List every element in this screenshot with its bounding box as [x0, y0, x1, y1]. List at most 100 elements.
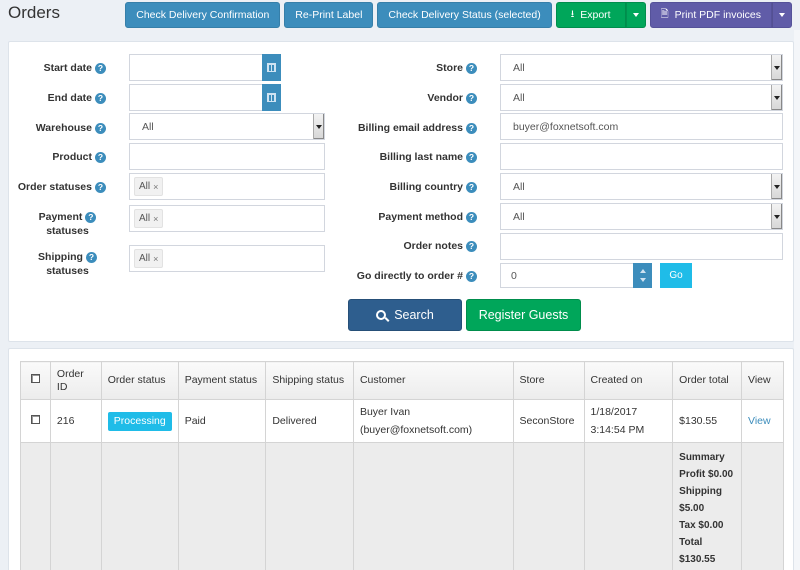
- warehouse-select[interactable]: All: [129, 113, 325, 140]
- store-select[interactable]: All: [500, 54, 783, 81]
- column-header-created-on[interactable]: Created on: [583, 361, 674, 400]
- vendor-label: Vendor?: [349, 91, 477, 105]
- view-order-link[interactable]: View: [748, 415, 771, 427]
- shipping-statuses-label: Shipping? statuses: [9, 250, 106, 278]
- summary-empty-cell: [100, 442, 179, 570]
- search-label: Search: [394, 308, 434, 322]
- summary-tax: Tax $0.00: [679, 520, 724, 531]
- page-scrollbar[interactable]: [794, 30, 800, 570]
- remove-tag-icon[interactable]: ×: [153, 182, 158, 192]
- help-icon[interactable]: ?: [466, 211, 477, 223]
- help-icon[interactable]: ?: [95, 122, 106, 134]
- billing-email-label: Billing email address?: [309, 121, 477, 135]
- print-pdf-invoices-button[interactable]: 🗎 Print PDF invoices: [649, 2, 772, 28]
- column-header-order-total[interactable]: Order total: [672, 361, 743, 400]
- warehouse-value: All: [142, 120, 154, 133]
- remove-tag-icon[interactable]: ×: [153, 254, 158, 264]
- export-dropdown-toggle[interactable]: [625, 2, 646, 28]
- summary-empty-cell: [265, 442, 354, 570]
- help-icon[interactable]: ?: [466, 270, 477, 282]
- billing-country-select[interactable]: All: [500, 173, 783, 200]
- view-cell: View: [741, 399, 784, 443]
- payment-method-value: All: [513, 210, 525, 223]
- help-icon[interactable]: ?: [466, 151, 477, 163]
- store-value: All: [513, 61, 525, 74]
- help-icon[interactable]: ?: [95, 92, 106, 104]
- help-icon[interactable]: ?: [95, 62, 106, 74]
- order-status-badge: Processing: [107, 411, 172, 431]
- help-icon[interactable]: ?: [466, 240, 477, 252]
- calendar-icon: [267, 63, 276, 72]
- search-button[interactable]: Search: [348, 299, 462, 331]
- go-to-order-label: Go directly to order #?: [309, 269, 477, 283]
- column-header-customer[interactable]: Customer: [352, 361, 514, 400]
- order-id-cell: 216: [49, 399, 102, 443]
- check-delivery-status-button[interactable]: Check Delivery Status (selected): [377, 2, 552, 28]
- help-icon[interactable]: ?: [466, 122, 477, 134]
- chevron-up-icon[interactable]: [639, 268, 646, 273]
- register-guests-button[interactable]: Register Guests: [466, 299, 581, 331]
- table-header-row: Order ID Order status Payment status Shi…: [20, 361, 784, 400]
- billing-email-input[interactable]: buyer@foxnetsoft.com: [500, 113, 783, 140]
- end-date-calendar-button[interactable]: [262, 84, 281, 111]
- payment-method-select[interactable]: All: [500, 203, 783, 230]
- order-status-cell: Processing: [100, 399, 179, 443]
- product-label: Product?: [9, 150, 106, 164]
- summary-empty-cell: [741, 442, 784, 570]
- customer-email: (buyer@foxnetsoft.com): [359, 424, 473, 436]
- order-number-spinner[interactable]: [633, 263, 652, 288]
- order-number-input[interactable]: 0: [500, 263, 634, 288]
- help-icon[interactable]: ?: [85, 251, 97, 263]
- order-notes-input[interactable]: [500, 233, 783, 260]
- payment-statuses-multiselect[interactable]: All ×: [129, 205, 325, 232]
- end-date-input[interactable]: [129, 84, 263, 111]
- summary-total-label: Total: [679, 537, 703, 548]
- check-delivery-confirmation-button[interactable]: Check Delivery Confirmation: [125, 2, 281, 28]
- start-date-input[interactable]: [129, 54, 263, 81]
- print-pdf-dropdown-toggle[interactable]: [772, 2, 792, 28]
- download-icon: ⭳: [570, 8, 575, 20]
- chevron-down-icon[interactable]: [639, 278, 646, 283]
- help-icon[interactable]: ?: [466, 92, 477, 104]
- billing-last-name-input[interactable]: [500, 143, 783, 170]
- column-header-payment-status[interactable]: Payment status: [177, 361, 267, 400]
- summary-profit: Profit $0.00: [679, 469, 734, 480]
- column-header-store[interactable]: Store: [512, 361, 585, 400]
- created-on-cell: 1/18/2017 3:14:54 PM: [583, 399, 674, 443]
- toolbar: Check Delivery Confirmation Re-Print Lab…: [125, 2, 792, 28]
- help-icon[interactable]: ?: [95, 181, 106, 193]
- summary-cell: Summary Profit $0.00 Shipping $5.00 Tax …: [672, 442, 743, 570]
- export-button-group: ⭳ Export: [555, 2, 646, 28]
- export-button[interactable]: ⭳ Export: [555, 2, 626, 28]
- summary-row: Summary Profit $0.00 Shipping $5.00 Tax …: [20, 442, 784, 570]
- summary-empty-cell: [583, 442, 674, 570]
- summary-total-value: $130.55: [679, 554, 716, 565]
- chevron-down-icon: [632, 13, 639, 17]
- help-icon[interactable]: ?: [466, 62, 477, 74]
- billing-last-name-label: Billing last name?: [309, 150, 477, 164]
- column-header-shipping-status[interactable]: Shipping status: [265, 361, 354, 400]
- calendar-icon: [267, 93, 276, 102]
- remove-tag-icon[interactable]: ×: [153, 214, 158, 224]
- column-header-order-id[interactable]: Order ID: [49, 361, 102, 400]
- vendor-select[interactable]: All: [500, 84, 783, 111]
- summary-empty-cell: [177, 442, 267, 570]
- orders-table: Order ID Order status Payment status Shi…: [20, 361, 784, 570]
- product-input[interactable]: [129, 143, 325, 170]
- column-header-view: View: [741, 361, 784, 400]
- start-date-calendar-button[interactable]: [262, 54, 281, 81]
- summary-empty-cell: [20, 442, 51, 570]
- row-checkbox[interactable]: [30, 415, 40, 424]
- go-button[interactable]: Go: [660, 263, 692, 288]
- warehouse-label: Warehouse?: [9, 121, 106, 135]
- help-icon[interactable]: ?: [85, 211, 97, 223]
- reprint-label-button[interactable]: Re-Print Label: [284, 2, 374, 28]
- shipping-statuses-multiselect[interactable]: All ×: [129, 245, 325, 272]
- order-statuses-multiselect[interactable]: All ×: [129, 173, 325, 200]
- select-all-checkbox[interactable]: [30, 374, 40, 383]
- column-header-order-status[interactable]: Order status: [100, 361, 179, 400]
- customer-cell: Buyer Ivan (buyer@foxnetsoft.com): [352, 399, 514, 443]
- help-icon[interactable]: ?: [466, 181, 477, 193]
- help-icon[interactable]: ?: [95, 151, 106, 163]
- summary-text: Summary Profit $0.00 Shipping $5.00 Tax …: [679, 449, 735, 568]
